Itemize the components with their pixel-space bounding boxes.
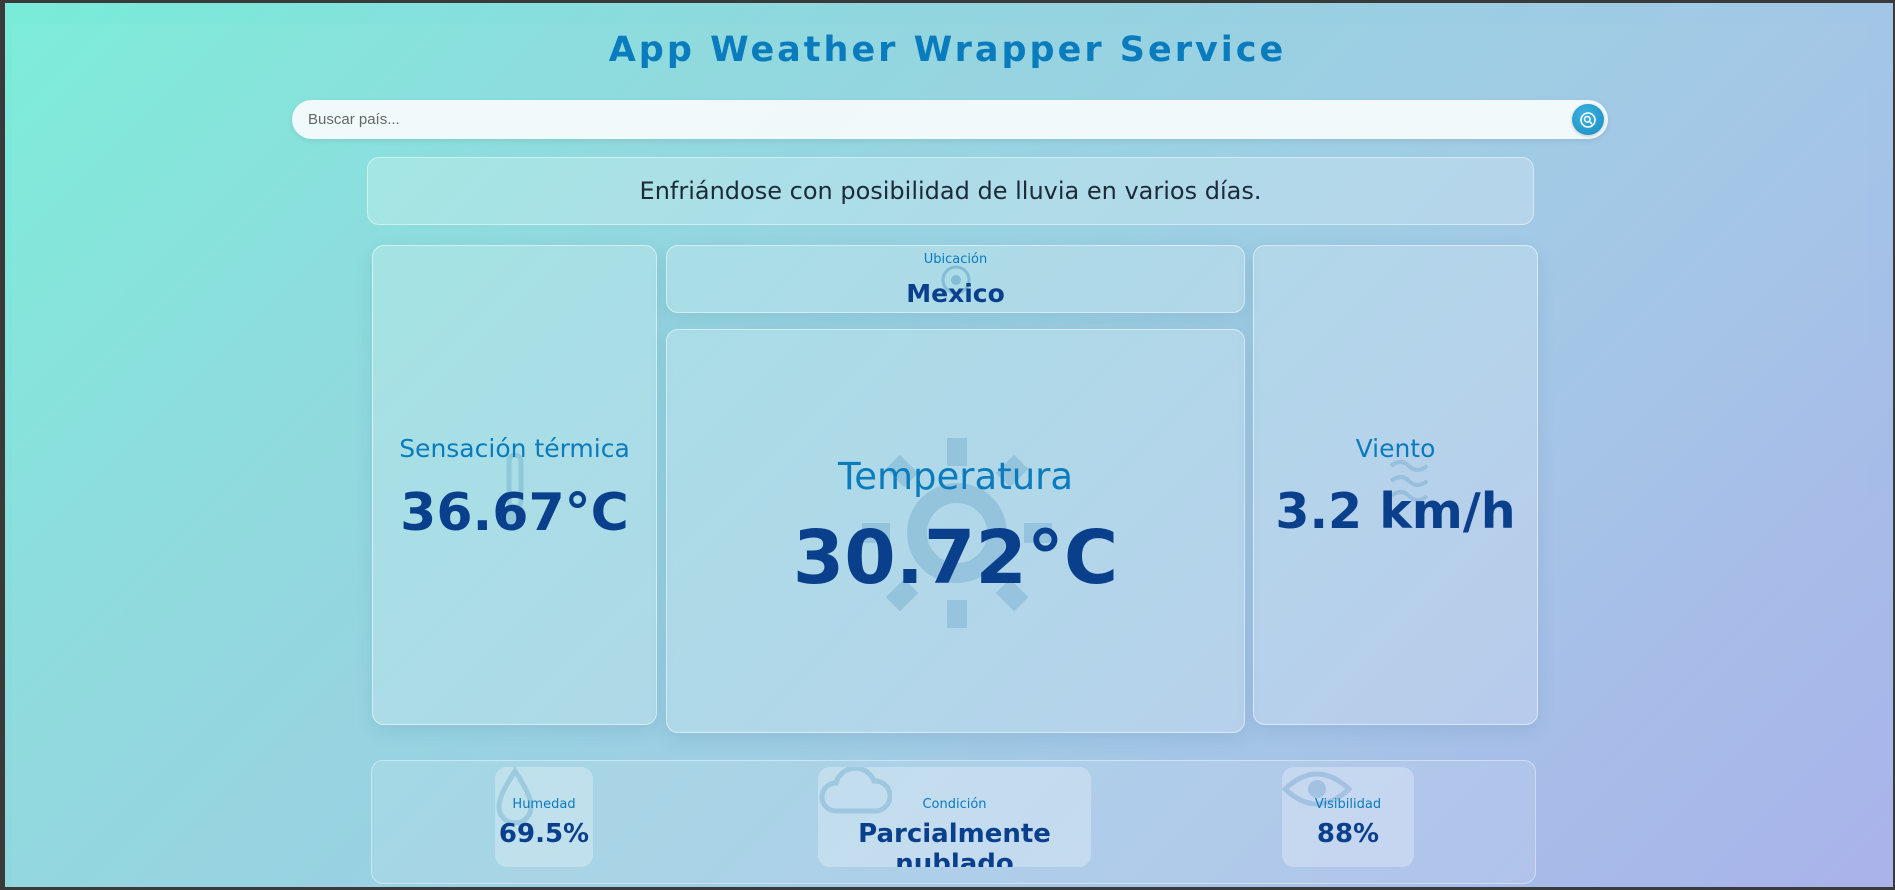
visibility-label: Visibilidad (1314, 797, 1382, 812)
wind-label: Viento (1355, 434, 1436, 463)
visibility-value: 88% (1316, 819, 1380, 849)
wind-card: Viento 3.2 km/h (1253, 245, 1538, 725)
location-label: Ubicación (923, 252, 988, 267)
location-card: Ubicación Mexico (666, 245, 1245, 313)
feels-like-label: Sensación térmica (399, 434, 630, 463)
location-value: Mexico (906, 279, 1005, 308)
temperature-value: 30.72°C (792, 515, 1119, 601)
visibility-card: Visibilidad 88% (1282, 767, 1414, 867)
search-icon (1580, 111, 1596, 128)
condition-card: Condición Parcialmente nublado (818, 767, 1091, 867)
search-bar (292, 100, 1608, 139)
temperature-card: Temperatura 30.72°C (666, 329, 1245, 733)
page-title: App Weather Wrapper Service (608, 30, 1287, 70)
feels-like-value: 36.67°C (400, 483, 629, 543)
search-input[interactable] (308, 100, 1538, 139)
humidity-card: Humedad 69.5% (495, 767, 593, 867)
temperature-label: Temperatura (837, 455, 1074, 498)
condition-label: Condición (922, 797, 987, 812)
wind-value: 3.2 km/h (1275, 483, 1516, 540)
search-button[interactable] (1572, 104, 1604, 135)
feels-like-card: Sensación térmica 36.67°C (372, 245, 657, 725)
forecast-summary: Enfriándose con posibilidad de lluvia en… (639, 177, 1262, 205)
forecast-banner: Enfriándose con posibilidad de lluvia en… (367, 157, 1534, 225)
humidity-value: 69.5% (498, 819, 590, 849)
humidity-label: Humedad (512, 797, 576, 812)
condition-value: Parcialmente nublado (858, 819, 1051, 867)
